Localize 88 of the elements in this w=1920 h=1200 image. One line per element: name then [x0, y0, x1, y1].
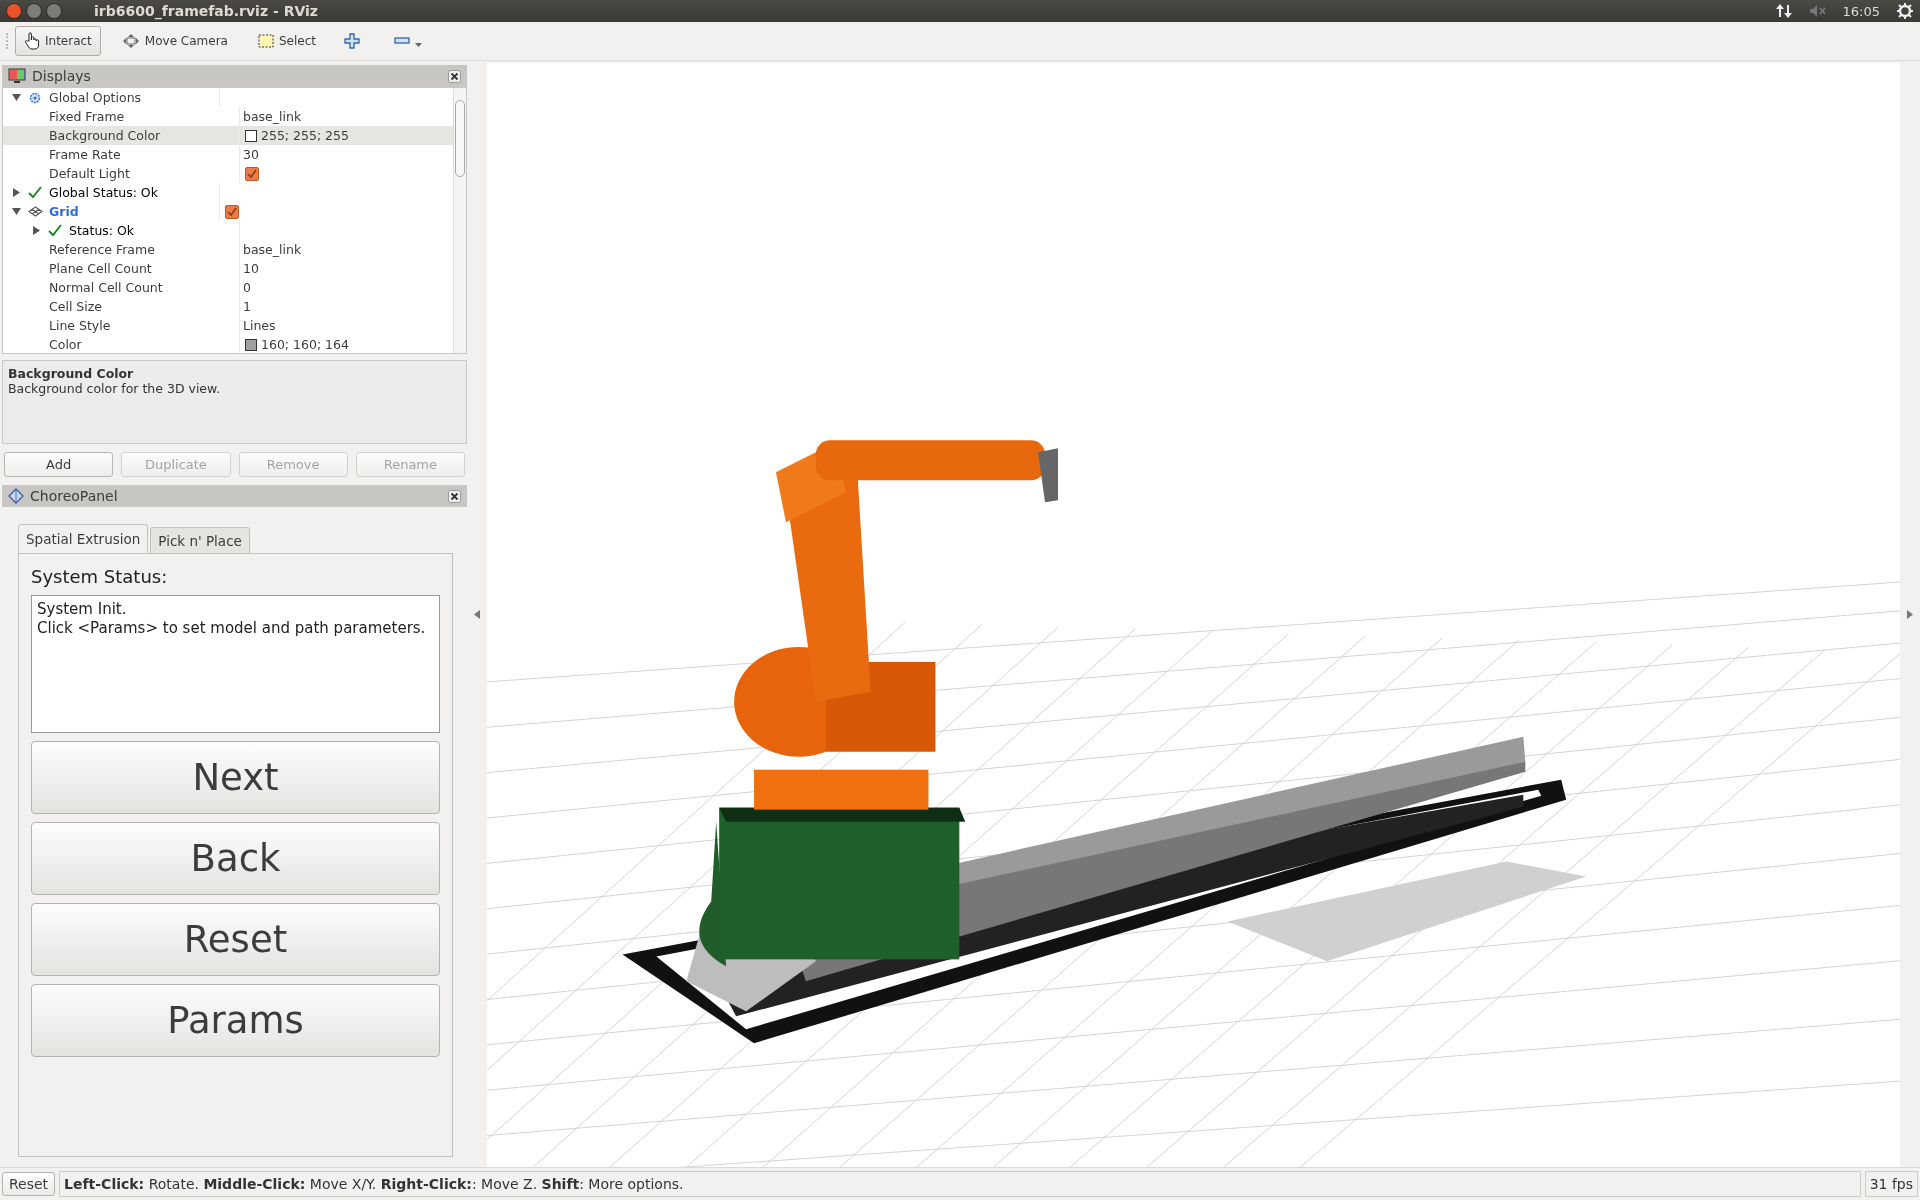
tree-row[interactable]: Grid [3, 202, 453, 221]
close-icon[interactable] [448, 69, 461, 83]
property-name: Global Status: Ok [48, 185, 158, 200]
tree-row[interactable]: Reference Frame base_link [3, 240, 453, 259]
property-value: 1 [243, 299, 251, 314]
panel-button[interactable]: Reset [31, 903, 440, 976]
scrollbar[interactable] [453, 88, 466, 353]
property-name: Fixed Frame [48, 109, 125, 124]
dock-title: Displays [32, 68, 92, 84]
property-value: 255; 255; 255 [261, 128, 349, 143]
tree-row[interactable]: Global Options [3, 88, 453, 107]
grid-icon [27, 206, 43, 217]
property-value: 0 [243, 280, 251, 295]
status-message: Left-Click: Rotate. Middle-Click: Move X/Y. Right-Click:: Move Z. Shift: More options. [59, 1171, 1861, 1197]
volume-muted-icon[interactable] [1808, 4, 1827, 18]
settings-icon[interactable] [1896, 2, 1914, 20]
collapsed-arrow-icon[interactable] [31, 226, 41, 235]
monitor-icon [8, 68, 26, 84]
collapse-left-icon[interactable] [474, 609, 480, 619]
tree-row[interactable]: Plane Cell Count 10 [3, 259, 453, 278]
tree-row[interactable]: Background Color 255; 255; 255 [3, 126, 453, 145]
hand-pointer-icon [24, 32, 40, 50]
property-name: Cell Size [48, 299, 102, 314]
window-title: irb6600_framefab.rviz - RViz [94, 3, 319, 19]
property-name: Frame Rate [48, 147, 121, 162]
move-camera-icon [121, 33, 140, 49]
display-button[interactable]: Add [4, 452, 114, 477]
diamond-icon [8, 488, 24, 504]
expanded-arrow-icon[interactable] [11, 207, 21, 216]
minimize-button[interactable] [26, 3, 42, 19]
collapse-right-icon[interactable] [1907, 609, 1913, 619]
status-line: Click <Params> to set model and path parameters. [37, 619, 427, 638]
clock[interactable]: 16:05 [1842, 3, 1880, 19]
tool-button[interactable]: Select [248, 26, 325, 56]
close-button[interactable] [6, 3, 22, 19]
panel-button[interactable]: Params [31, 984, 440, 1057]
property-name: Reference Frame [48, 242, 155, 257]
expanded-arrow-icon[interactable] [11, 93, 21, 102]
property-name: Normal Cell Count [48, 280, 163, 295]
checkbox[interactable] [245, 166, 259, 181]
panel-button[interactable]: Next [31, 741, 440, 814]
property-name: Status: Ok [68, 223, 135, 238]
property-value: base_link [243, 109, 302, 124]
tree-row[interactable]: Cell Size 1 [3, 297, 453, 316]
description-text: Background color for the 3D view. [8, 381, 222, 396]
tree-row[interactable]: Default Light [3, 164, 453, 183]
property-name: Color [48, 337, 82, 352]
color-swatch[interactable] [245, 129, 257, 142]
property-value: base_link [243, 242, 302, 257]
property-value: 10 [243, 261, 259, 276]
gear-icon [28, 90, 42, 105]
tree-row[interactable]: Global Status: Ok [3, 183, 453, 202]
property-name: Global Options [48, 90, 142, 105]
network-icon[interactable] [1774, 2, 1793, 20]
close-icon[interactable] [448, 489, 461, 503]
property-name: Grid [48, 204, 79, 219]
property-value: 30 [243, 147, 259, 162]
color-swatch[interactable] [245, 338, 257, 351]
selection-box-icon [257, 34, 274, 48]
collapsed-arrow-icon[interactable] [11, 188, 21, 197]
property-name: Line Style [48, 318, 111, 333]
tree-row[interactable]: Frame Rate 30 [3, 145, 453, 164]
checkbox[interactable] [225, 204, 239, 219]
tool-button[interactable]: Interact [15, 26, 101, 56]
property-name: Default Light [48, 166, 130, 181]
dock-title: ChoreoPanel [30, 488, 119, 504]
checkmark-icon [48, 224, 62, 237]
property-name: Background Color [48, 128, 161, 143]
property-name: Plane Cell Count [48, 261, 152, 276]
plus-icon [343, 33, 360, 49]
tree-row[interactable]: Color 160; 160; 164 [3, 335, 453, 353]
tree-row[interactable]: Status: Ok [3, 221, 453, 240]
fps-counter: 31 fps [1864, 1171, 1918, 1197]
tree-row[interactable]: Line Style Lines [3, 316, 453, 335]
property-value: 160; 160; 164 [261, 337, 349, 352]
description-title: Background Color [8, 366, 135, 381]
panel-button[interactable]: Back [31, 822, 440, 895]
tab[interactable]: Pick n' Place [150, 527, 250, 553]
tree-row[interactable]: Normal Cell Count 0 [3, 278, 453, 297]
property-value: Lines [243, 318, 276, 333]
reset-button[interactable]: Reset [2, 1172, 56, 1196]
minus-dropdown-icon [393, 34, 424, 48]
maximize-button[interactable] [46, 3, 62, 19]
tab[interactable]: Spatial Extrusion [18, 524, 149, 553]
status-line: System Init. [37, 600, 128, 619]
status-label: System Status: [31, 566, 169, 587]
checkmark-icon [28, 186, 42, 199]
tool-button[interactable]: Move Camera [112, 26, 237, 56]
